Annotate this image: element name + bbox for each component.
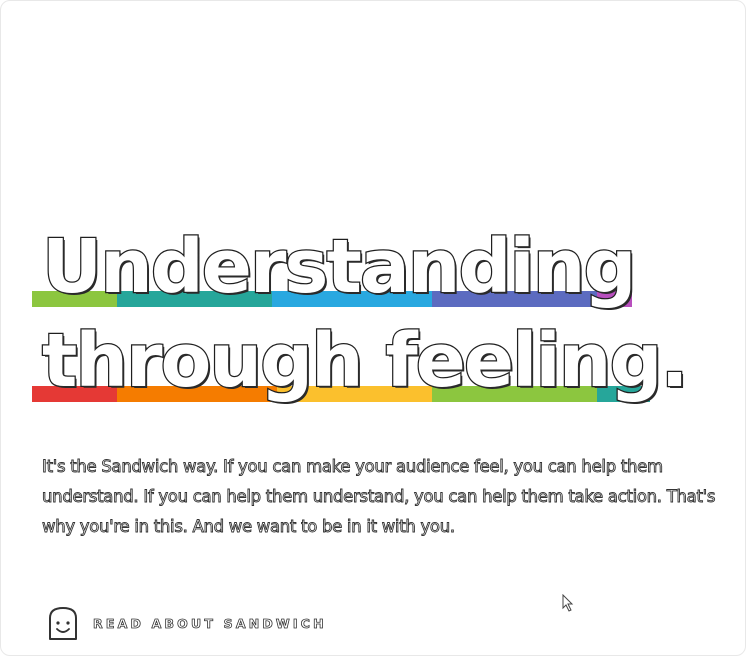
cta-label: READ ABOUT SANDWICH <box>93 615 327 631</box>
mouse-pointer-icon <box>562 594 574 612</box>
headline: Understanding through feeling. <box>32 224 690 426</box>
headline-text-line-1: Understanding <box>41 224 638 310</box>
headline-text-line-2: through feeling. <box>41 318 690 404</box>
headline-line-2: through feeling. <box>32 319 690 426</box>
headline-line-1: Understanding <box>32 224 672 326</box>
toast-smiley-icon <box>49 607 77 640</box>
read-about-sandwich-link[interactable]: READ ABOUT SANDWICH <box>45 604 327 642</box>
body-paragraph: It's the Sandwich way. If you can make y… <box>42 457 716 537</box>
